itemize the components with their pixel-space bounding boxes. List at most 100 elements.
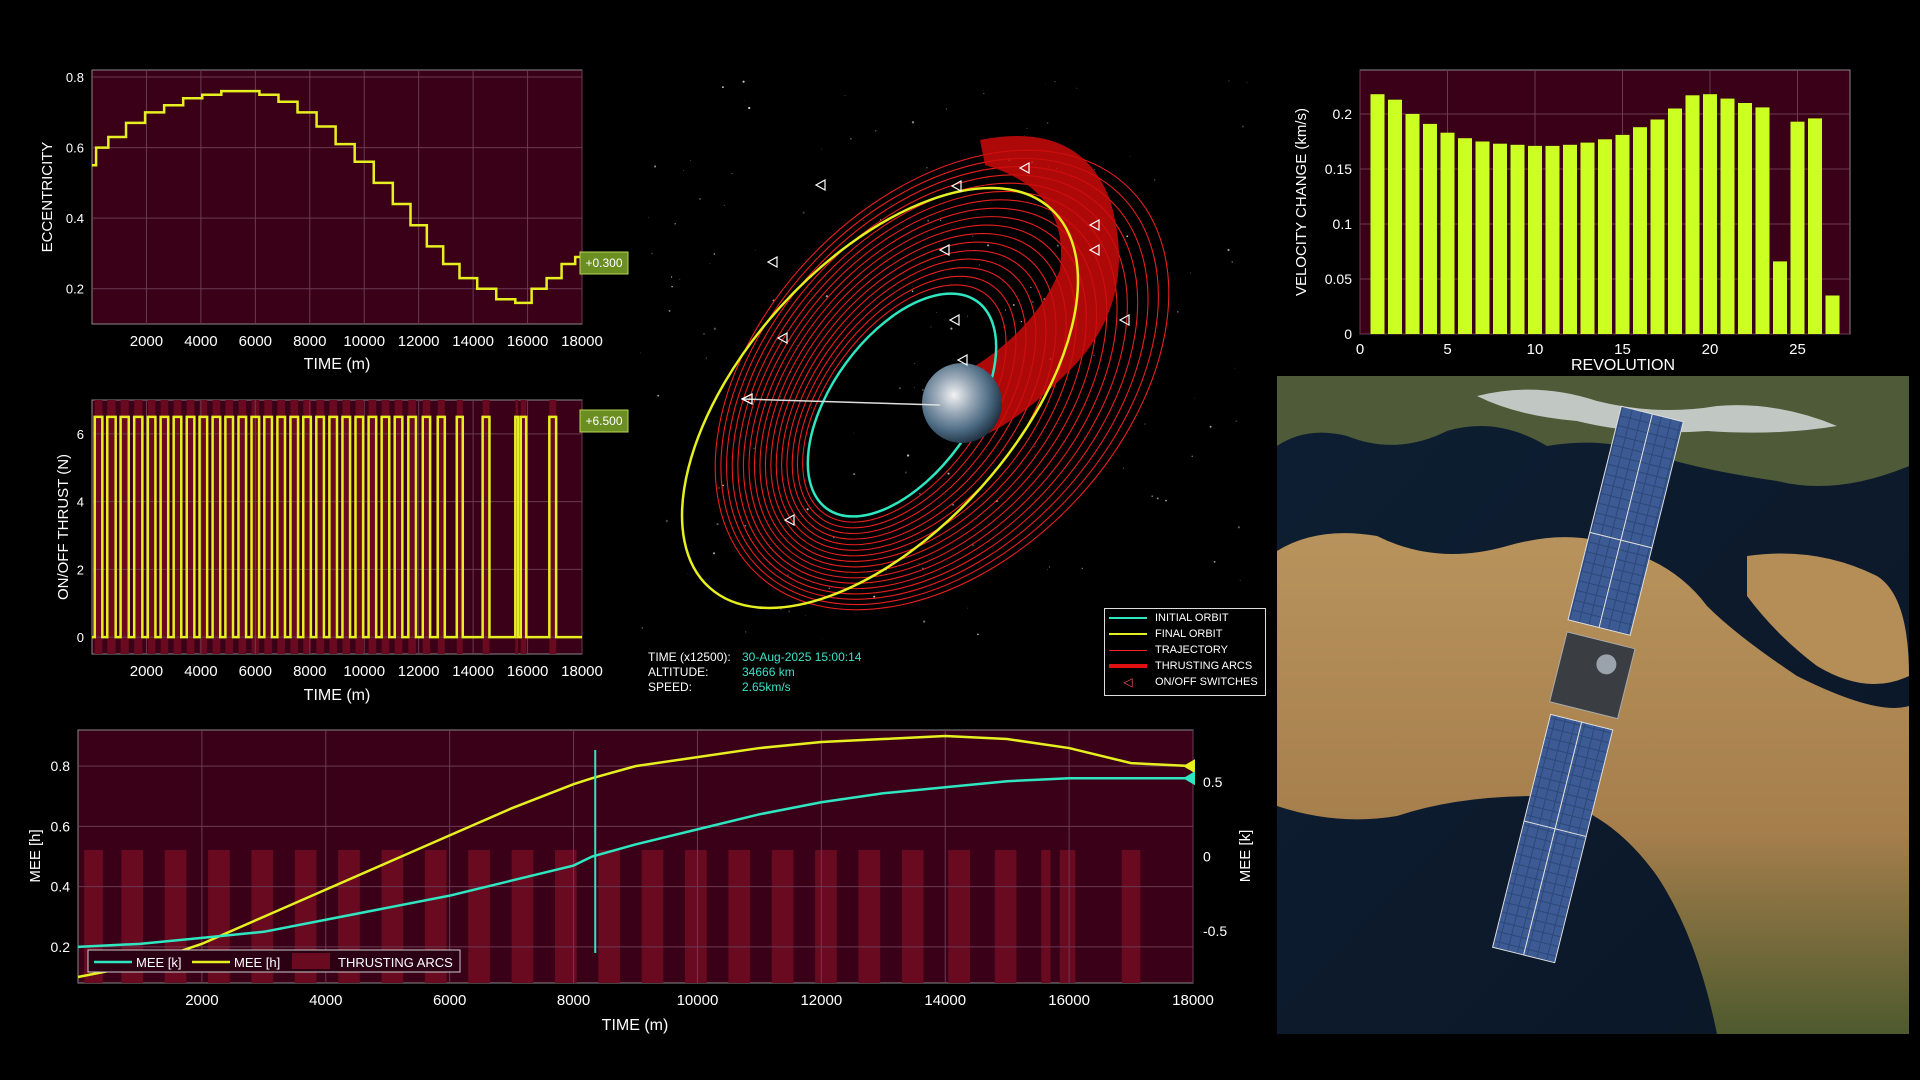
star <box>930 326 932 328</box>
dv-bar <box>1615 134 1630 334</box>
thrust-x-tick-label: 14000 <box>452 663 494 680</box>
mee-thrusting-arc <box>948 850 970 983</box>
ecc-y-axis-label: ECCENTRICITY <box>39 142 56 253</box>
star <box>1034 446 1036 448</box>
mee-thrusting-arc <box>641 850 664 983</box>
mee-x-tick-label: 12000 <box>800 992 842 1009</box>
mee-thrusting-arc <box>598 850 621 983</box>
star <box>1156 497 1159 500</box>
star <box>1047 568 1049 570</box>
mee-thrusting-arc <box>728 850 751 983</box>
dv-bar <box>1563 144 1577 334</box>
ecc-badge-text: +0.300 <box>585 256 622 270</box>
star <box>1190 272 1192 274</box>
star <box>674 223 676 225</box>
star <box>921 388 925 392</box>
ecc-y-ticks: 0.2 0.4 0.6 0.8 <box>66 70 84 297</box>
dv-bar <box>1545 145 1560 334</box>
star <box>703 332 705 335</box>
mee-plot-area <box>77 729 1194 984</box>
ecc-x-tick-label: 2000 <box>130 333 163 350</box>
star <box>978 264 980 266</box>
mee-thrusting-arc <box>468 850 490 983</box>
dv-x-axis-label: REVOLUTION <box>1571 357 1675 374</box>
mee-x-tick-label: 18000 <box>1172 992 1214 1009</box>
star <box>716 523 719 526</box>
star <box>923 620 926 623</box>
star <box>1004 309 1006 311</box>
legend-thrusting-arcs: THRUSTING ARCS <box>1109 659 1252 673</box>
star <box>1026 127 1028 130</box>
dv-x-tick-label: 15 <box>1614 341 1631 358</box>
dv-bar <box>1755 107 1770 335</box>
dv-bar <box>1685 95 1700 334</box>
star <box>967 607 968 609</box>
legend-final-swatch <box>1109 633 1147 635</box>
mee-thrusting-arc <box>858 850 881 983</box>
star <box>1231 261 1233 263</box>
mee-thrusting-arc <box>1041 850 1051 983</box>
star <box>709 263 711 265</box>
altitude-label: ALTITUDE: <box>648 665 709 679</box>
dv-bar <box>1790 121 1805 334</box>
ecc-y-tick-label: 0.8 <box>66 70 84 85</box>
star <box>1194 397 1195 399</box>
mee-thrusting-arc <box>1121 850 1141 983</box>
star <box>744 631 747 633</box>
star <box>862 219 864 221</box>
dv-bar <box>1405 114 1420 334</box>
dv-y-tick-label: 0 <box>1344 326 1352 342</box>
star <box>914 363 916 364</box>
star <box>679 278 681 280</box>
star <box>1012 304 1015 306</box>
star <box>651 252 653 255</box>
dv-y-ticks: 0 0.05 0.1 0.15 0.2 <box>1325 106 1352 342</box>
mee-thrusting-arc <box>771 850 794 983</box>
mee-left-y-ticks: 0.2 0.4 0.6 0.8 <box>51 758 71 955</box>
mee-thrusting-arc <box>1059 850 1076 983</box>
star <box>690 160 692 162</box>
ecc-x-axis-label: TIME (m) <box>304 356 371 373</box>
star <box>1023 135 1025 137</box>
thrust-x-tick-label: 2000 <box>130 663 163 680</box>
star <box>731 173 733 175</box>
star <box>641 627 644 629</box>
legend-final-orbit: FINAL ORBIT <box>1109 627 1222 641</box>
earth <box>922 363 1002 443</box>
star <box>1093 355 1095 357</box>
ecc-x-tick-label: 18000 <box>561 333 603 350</box>
dv-bar <box>1423 123 1437 335</box>
star <box>906 454 910 457</box>
dv-x-ticks: 0 5 10 15 20 25 <box>1356 341 1806 358</box>
legend-initial-label: INITIAL ORBIT <box>1155 612 1229 624</box>
ecc-x-tick-label: 16000 <box>507 333 549 350</box>
star <box>1154 179 1156 181</box>
speed-label: SPEED: <box>648 680 693 694</box>
star <box>873 595 876 598</box>
star <box>919 493 921 495</box>
thrust-y-tick-label: 2 <box>77 562 84 577</box>
star <box>802 211 805 214</box>
star <box>890 204 892 206</box>
star <box>1046 122 1049 124</box>
mee-right-y-ticks: -0.5 0 0.5 <box>1203 774 1227 939</box>
mee-x-tick-label: 6000 <box>433 992 466 1009</box>
star <box>1017 294 1019 296</box>
thrust-y-ticks: 0 2 4 6 <box>77 427 84 645</box>
thrust-y-tick-label: 0 <box>77 630 84 645</box>
star <box>753 447 755 449</box>
star <box>1081 567 1083 570</box>
star <box>822 638 823 640</box>
star <box>904 471 907 474</box>
mee-x-tick-label: 2000 <box>185 992 218 1009</box>
star <box>1239 579 1241 581</box>
star <box>914 387 916 389</box>
star <box>853 473 855 475</box>
mee-chart: 0.2 0.4 0.6 0.8 -0.5 0 0.5 2000 4000 6000 8000 10… <box>27 729 1254 1034</box>
star <box>945 108 947 110</box>
dv-bar <box>1475 141 1490 334</box>
star <box>1165 499 1167 502</box>
switch-triangle-icon <box>948 313 960 327</box>
mee-thrusting-arc <box>815 850 837 983</box>
dv-bar <box>1388 99 1402 334</box>
